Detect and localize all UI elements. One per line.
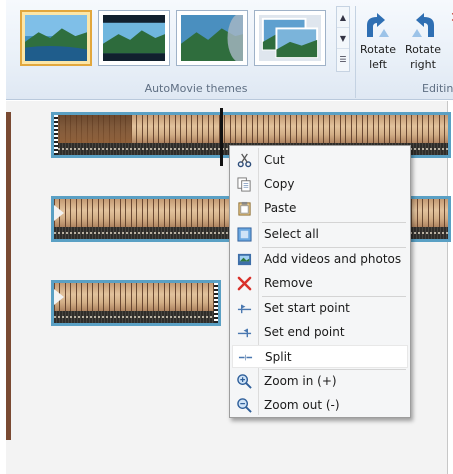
- split-icon: [237, 349, 254, 366]
- ribbon: ▲ ▼ ☰ AutoMovie themes Rotate left Rotat…: [6, 0, 453, 100]
- theme-preview-image: [25, 15, 87, 61]
- theme-thumbnail-2[interactable]: [98, 10, 170, 66]
- transition-marker: [54, 205, 64, 221]
- menu-item-label: Zoom out (-): [264, 398, 340, 412]
- context-menu: Cut Copy Paste Select all Add videos and…: [229, 145, 411, 418]
- transition-marker: [54, 289, 64, 305]
- menu-item-label: Zoom in (+): [264, 374, 337, 388]
- remove-x-icon: [236, 275, 253, 292]
- theme-preview-image: [259, 15, 321, 61]
- clip-frames: [54, 283, 218, 311]
- clip-start-marker: [54, 115, 58, 155]
- menu-item-label: Split: [265, 350, 292, 364]
- end-point-icon: [236, 324, 253, 341]
- rotate-right-label-2: right: [410, 58, 436, 71]
- menu-item-remove[interactable]: Remove: [232, 272, 408, 295]
- menu-item-label: Add videos and photos: [264, 252, 402, 266]
- menu-item-label: Select all: [264, 227, 319, 241]
- rotate-right-button[interactable]: Rotate right: [401, 10, 445, 72]
- copy-icon: [236, 176, 253, 193]
- rotate-right-label-1: Rotate: [404, 43, 441, 56]
- zoom-out-icon: [236, 397, 253, 414]
- paste-icon: [236, 200, 253, 217]
- menu-item-label: Cut: [264, 153, 285, 167]
- menu-item-set-start-point[interactable]: Set start point: [232, 297, 408, 320]
- menu-item-label: Set start point: [264, 301, 350, 315]
- theme-thumbnail-1[interactable]: [20, 10, 92, 66]
- playhead-indicator[interactable]: [220, 108, 223, 166]
- menu-item-split[interactable]: Split: [232, 345, 408, 368]
- clip-selected-segment: [54, 115, 132, 143]
- audio-waveform: [54, 311, 218, 323]
- select-all-icon: [236, 226, 253, 243]
- menu-item-select-all[interactable]: Select all: [232, 223, 408, 246]
- menu-item-cut[interactable]: Cut: [232, 149, 408, 172]
- theme-preview-image: [103, 15, 165, 61]
- clip-end-marker: [214, 283, 218, 323]
- rotate-right-icon: [401, 10, 445, 42]
- menu-item-set-end-point[interactable]: Set end point: [232, 321, 408, 344]
- zoom-in-icon: [236, 373, 253, 390]
- theme-thumbnail-4[interactable]: [254, 10, 326, 66]
- theme-thumbnail-3[interactable]: [176, 10, 248, 66]
- scissors-icon: [236, 152, 253, 169]
- start-point-icon: [236, 300, 253, 317]
- scroll-up-icon[interactable]: ▲: [337, 7, 349, 28]
- menu-item-copy[interactable]: Copy: [232, 173, 408, 196]
- themes-gallery-scroll[interactable]: ▲ ▼ ☰: [336, 6, 350, 72]
- theme-preview-image: [181, 15, 243, 61]
- menu-item-zoom-out[interactable]: Zoom out (-): [232, 394, 408, 417]
- video-clip-row-3[interactable]: [51, 280, 221, 326]
- preview-edge: [6, 112, 11, 440]
- rotate-left-button[interactable]: Rotate left: [356, 10, 400, 72]
- rotate-left-icon: [356, 10, 400, 42]
- scroll-down-icon[interactable]: ▼: [337, 28, 349, 49]
- menu-item-label: Remove: [264, 276, 313, 290]
- add-media-icon: [236, 251, 253, 268]
- rotate-left-label-1: Rotate: [359, 43, 396, 56]
- menu-item-add-videos-and-photos[interactable]: Add videos and photos: [232, 248, 408, 271]
- rotate-left-label-2: left: [369, 58, 387, 71]
- editing-group-label: Editing: [422, 82, 453, 95]
- menu-item-label: Set end point: [264, 325, 345, 339]
- menu-item-paste[interactable]: Paste: [232, 197, 408, 220]
- menu-item-label: Paste: [264, 201, 297, 215]
- menu-item-zoom-in[interactable]: Zoom in (+): [232, 370, 408, 393]
- themes-group-label: AutoMovie themes: [144, 82, 248, 95]
- menu-item-label: Copy: [264, 177, 295, 191]
- gallery-expand-icon[interactable]: ☰: [337, 49, 349, 70]
